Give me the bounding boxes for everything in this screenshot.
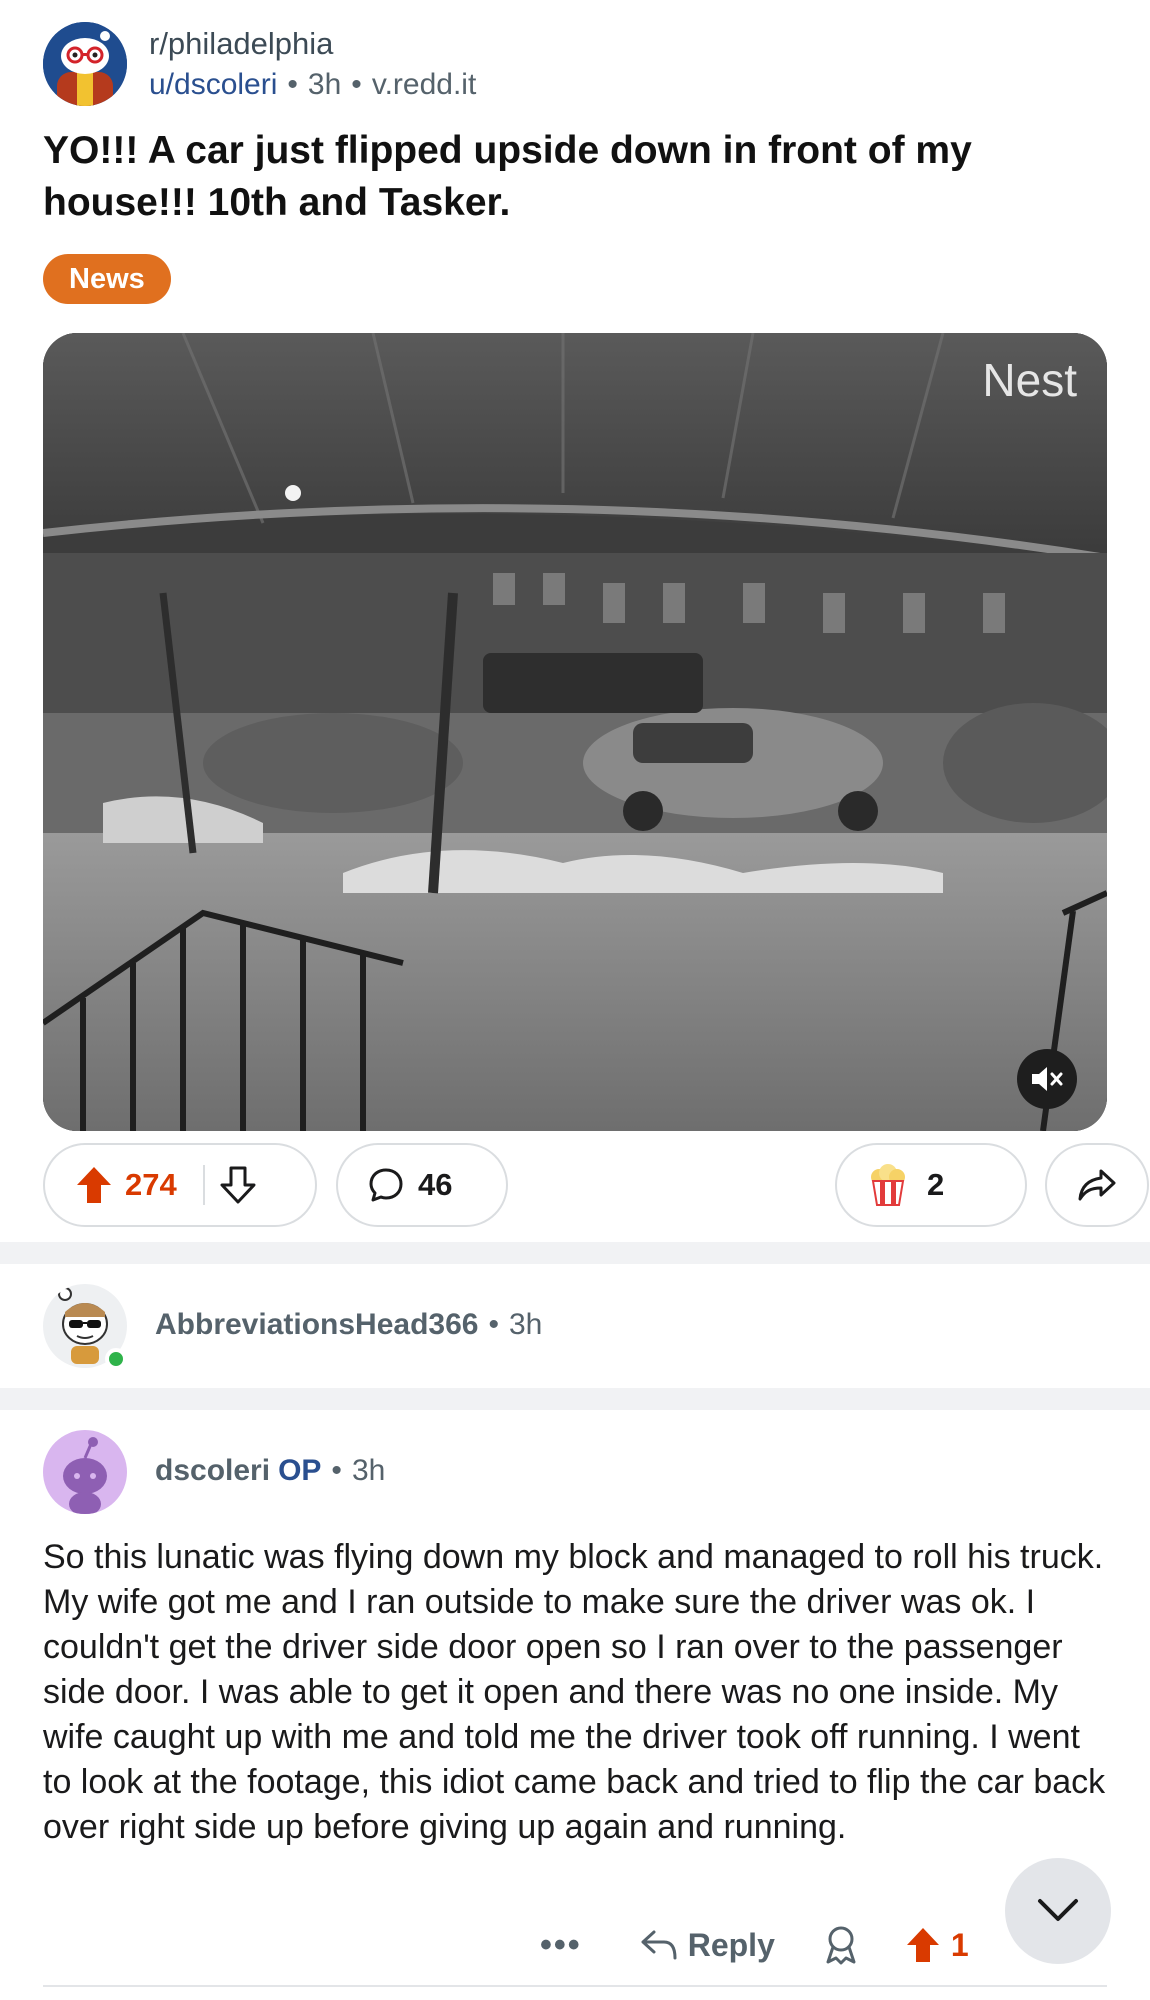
comment-count: 46	[418, 1167, 453, 1202]
video-watermark: Nest	[982, 354, 1077, 406]
speaker-muted-icon	[1032, 1067, 1063, 1091]
post-age: 3h	[307, 68, 342, 101]
reply-label: Reply	[687, 1926, 775, 1963]
avatar[interactable]	[43, 1430, 127, 1514]
share-button[interactable]	[1045, 1143, 1149, 1227]
online-indicator	[105, 1348, 127, 1370]
meta-separator: •	[351, 68, 362, 101]
comment-header[interactable]: dscoleri OP • 3h	[43, 1430, 1103, 1520]
comment-score: 1	[950, 1926, 969, 1963]
comments-button[interactable]: 46	[336, 1143, 508, 1227]
popcorn-award-icon	[871, 1164, 905, 1206]
section-divider	[0, 1242, 1150, 1264]
meta-separator: •	[287, 68, 298, 101]
post-header: r/philadelphia u/dscoleri • 3h • v.redd.it	[43, 22, 1103, 112]
comment-body: So this lunatic was flying down my block…	[43, 1538, 1106, 1846]
section-divider	[0, 1388, 1150, 1410]
comment-age: 3h	[351, 1454, 386, 1487]
post-author[interactable]: u/dscoleri	[149, 68, 277, 101]
comment-header[interactable]: AbbreviationsHead366 • 3h	[43, 1284, 1103, 1374]
upvote-count: 274	[125, 1167, 177, 1202]
comment-upvote-button[interactable]: 1	[905, 1926, 969, 1964]
speech-bubble-icon	[369, 1168, 403, 1202]
arrow-down-icon[interactable]	[219, 1165, 257, 1205]
chevron-down-icon	[1038, 1899, 1078, 1921]
more-options-button[interactable]: •••	[540, 1926, 582, 1965]
post-domain[interactable]: v.redd.it	[372, 68, 477, 101]
comment-age: 3h	[508, 1308, 543, 1341]
post-action-bar: 274 46 2	[43, 1143, 1149, 1227]
comment-author[interactable]: dscoleri	[155, 1454, 270, 1487]
video-frame	[43, 333, 1107, 1131]
share-arrow-icon	[1078, 1169, 1116, 1201]
awards-button[interactable]: 2	[835, 1143, 1027, 1227]
vote-divider	[202, 1165, 205, 1205]
post-flair[interactable]: News	[43, 254, 171, 304]
comment-author-line: dscoleri OP • 3h	[155, 1454, 385, 1488]
reply-button[interactable]: Reply	[640, 1927, 775, 1964]
divider	[43, 1985, 1107, 1987]
comment-author-line: AbbreviationsHead366 • 3h	[155, 1308, 542, 1342]
op-badge: OP	[278, 1454, 322, 1487]
subreddit-name[interactable]: r/philadelphia	[149, 26, 333, 62]
award-button[interactable]	[823, 1925, 859, 1965]
post-title[interactable]: YO!!! A car just flipped upside down in …	[43, 125, 1073, 229]
video-player[interactable]: Nest	[43, 333, 1107, 1131]
reply-arrow-icon	[641, 1930, 677, 1960]
award-icon	[826, 1926, 856, 1965]
vote-control: 274	[43, 1143, 317, 1227]
award-count: 2	[927, 1167, 945, 1202]
meta-separator: •	[488, 1308, 499, 1341]
arrow-up-icon[interactable]	[75, 1165, 113, 1205]
comment-author[interactable]: AbbreviationsHead366	[155, 1308, 478, 1341]
post-meta: u/dscoleri • 3h • v.redd.it	[149, 68, 476, 102]
meta-separator: •	[331, 1454, 342, 1487]
subreddit-avatar[interactable]	[43, 22, 127, 106]
collapse-button[interactable]	[1005, 1858, 1111, 1964]
arrow-up-icon	[906, 1928, 939, 1962]
mute-button[interactable]	[1017, 1049, 1077, 1109]
